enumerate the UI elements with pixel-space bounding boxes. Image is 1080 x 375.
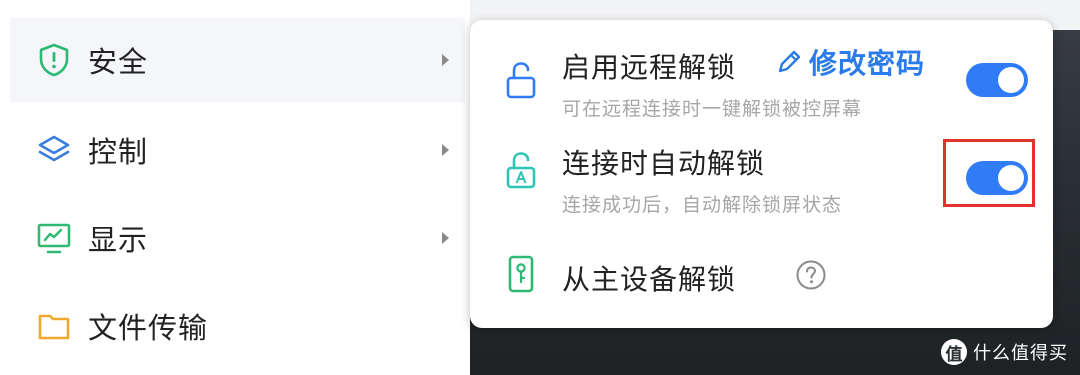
chevron-right-icon: [442, 54, 449, 66]
chevron-right-icon: [442, 144, 449, 156]
auto-unlock-title: 连接时自动解锁: [562, 147, 766, 180]
auto-unlock-icon: [506, 152, 536, 189]
settings-menu: 安全 控制 显示 文件传输: [0, 0, 470, 375]
edit-password-link[interactable]: 修改密码: [775, 44, 925, 80]
layers-icon: [38, 135, 70, 162]
highlight-box: [943, 139, 1035, 207]
remote-unlock-subtitle: 可在远程连接时一键解锁被控屏幕: [562, 98, 863, 120]
remote-unlock-title: 启用远程解锁: [562, 51, 737, 84]
menu-item-label: 显示: [88, 223, 149, 257]
watermark-text: 什么值得买: [973, 343, 1068, 364]
watermark: 值 什么值得买: [941, 339, 1068, 365]
monitor-icon: [37, 223, 71, 254]
menu-item-security[interactable]: 安全: [10, 18, 465, 102]
menu-item-label: 文件传输: [88, 311, 209, 345]
auto-unlock-subtitle: 连接成功后，自动解除锁屏状态: [562, 194, 843, 216]
menu-item-file-transfer[interactable]: 文件传输: [10, 284, 465, 368]
toggle-knob: [998, 67, 1024, 93]
remote-unlock-toggle[interactable]: [966, 63, 1028, 97]
chevron-right-icon: [442, 232, 449, 244]
security-submenu-panel: 启用远程解锁 修改密码 可在远程连接时一键解锁被控屏幕 连接时自动解锁 连接成功…: [470, 20, 1053, 328]
phone-key-icon: [508, 255, 534, 293]
menu-item-label: 安全: [88, 45, 149, 79]
edit-password-label: 修改密码: [809, 47, 926, 80]
menu-item-label: 控制: [88, 135, 149, 169]
pencil-icon: [778, 50, 801, 73]
shield-icon: [39, 43, 69, 77]
menu-item-display[interactable]: 显示: [10, 196, 465, 280]
main-device-unlock-title: 从主设备解锁: [562, 263, 737, 296]
menu-item-control[interactable]: 控制: [10, 108, 465, 192]
folder-icon: [38, 314, 70, 340]
lock-open-icon: [506, 62, 536, 99]
watermark-badge: 值: [941, 339, 967, 365]
question-icon[interactable]: [795, 259, 827, 291]
